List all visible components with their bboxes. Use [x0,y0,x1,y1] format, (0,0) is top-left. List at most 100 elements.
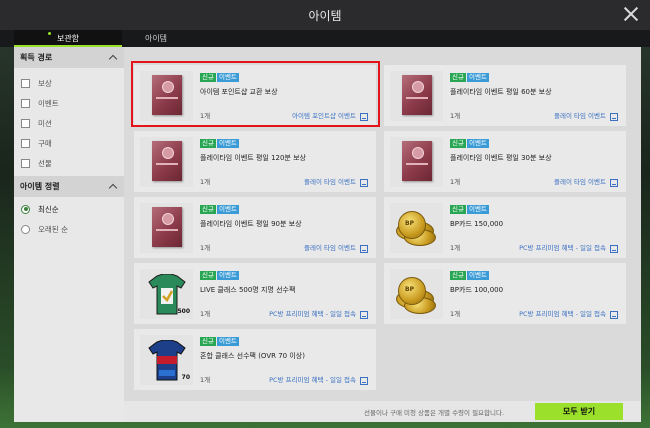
item-quantity: 1개 [450,310,461,318]
radio-button[interactable] [21,224,30,234]
tab-items-label: 아이템 [144,34,168,43]
acquire-header-label: 획득 경로 [20,53,53,62]
receive-all-button[interactable]: 모두 받기 [535,403,623,420]
sort-header[interactable]: 아이템 정렬 [14,176,124,197]
receive-icon[interactable] [610,113,618,121]
item-thumbnail: BP [390,203,443,253]
sort-header-label: 아이템 정렬 [20,182,60,191]
new-badge: 신규 [450,271,466,280]
item-thumbnail [140,203,193,253]
receive-icon[interactable] [360,245,368,253]
filter-label: 미션 [38,118,52,128]
event-badge: 이벤트 [466,205,489,214]
filter-purchase[interactable]: 구매 [14,133,124,153]
checkbox[interactable] [21,98,30,108]
receive-icon[interactable] [360,179,368,187]
item-card[interactable]: BP 신규 이벤트 BP카드 100,000 1개 PC방 프리미엄 혜택 - 일… [384,263,626,324]
checkbox[interactable] [21,118,30,128]
tab-storage-label: 보관함 [56,34,80,43]
new-badge: 신규 [450,73,466,82]
item-thumbnail: BP [390,269,443,319]
window-title: 아이템 [308,8,342,23]
item-title: 혼합 클래스 선수팩 (OVR 70 이상) [200,352,305,360]
item-quantity: 1개 [200,178,211,186]
item-title: 플레이타임 이벤트 평일 90분 보상 [200,220,302,228]
filter-mission[interactable]: 미션 [14,113,124,133]
item-card[interactable]: 신규 이벤트 플레이타임 이벤트 평일 30분 보상 1개 플레이 타임 이벤트 [384,131,626,192]
item-card[interactable]: 70 신규 이벤트 혼합 클래스 선수팩 (OVR 70 이상) 1개 PC방 프… [134,329,376,390]
pack-number: 500 [177,308,190,315]
event-badge: 이벤트 [466,73,489,82]
item-title: LIVE 클래스 500명 지명 선수팩 [200,286,296,294]
filter-label: 구매 [38,138,52,148]
footer-bar: 선물이나 구매 미청 상품은 개별 수령이 필요합니다. 모두 받기 [124,401,641,422]
event-badge: 이벤트 [216,139,239,148]
event-badge: 이벤트 [216,205,239,214]
item-thumbnail: 500 [140,269,193,319]
receive-icon[interactable] [610,311,618,319]
sort-label: 오래된 순 [38,224,68,234]
receive-icon[interactable] [610,179,618,187]
item-title: 플레이타임 이벤트 평일 30분 보상 [450,154,552,162]
title-bar: 아이템 [0,0,650,30]
chevron-up-icon[interactable] [108,54,118,64]
event-badge: 이벤트 [466,139,489,148]
coin-label: BP [405,286,414,293]
checkbox[interactable] [21,78,30,88]
item-card[interactable]: 신규 이벤트 플레이타임 이벤트 평일 90분 보상 1개 플레이 타임 이벤트 [134,197,376,258]
item-title: BP카드 150,000 [450,220,504,228]
tab-storage[interactable]: 보관함 [14,30,122,47]
item-quantity: 1개 [200,244,211,252]
item-thumbnail: 70 [140,335,193,385]
item-window: 아이템 보관함 아이템 획득 경로 보상 이벤트 미션 구매 선물 아이템 정렬 [0,0,650,428]
filter-reward[interactable]: 보상 [14,73,124,93]
filter-sidebar: 획득 경로 보상 이벤트 미션 구매 선물 아이템 정렬 최신순 오래된 순 [14,47,124,422]
item-source: PC방 프리미엄 혜택 - 일일 접속 [269,310,356,318]
new-badge: 신규 [200,337,216,346]
acquire-header[interactable]: 획득 경로 [14,47,124,68]
sort-label: 최신순 [38,204,59,214]
sort-newest[interactable]: 최신순 [14,199,124,219]
receive-icon[interactable] [610,245,618,253]
new-badge: 신규 [450,205,466,214]
new-badge: 신규 [200,205,216,214]
event-badge: 이벤트 [466,271,489,280]
filter-label: 이벤트 [38,98,59,108]
event-badge: 이벤트 [216,337,239,346]
item-thumbnail [140,137,193,187]
item-source: PC방 프리미엄 혜택 - 일일 접속 [269,376,356,384]
item-card[interactable]: BP 신규 이벤트 BP카드 150,000 1개 PC방 프리미엄 혜택 - 일… [384,197,626,258]
item-card[interactable]: 500 신규 이벤트 LIVE 클래스 500명 지명 선수팩 1개 PC방 프리… [134,263,376,324]
gift-box-icon [152,141,182,181]
tab-indicator-dot [48,32,51,35]
new-badge: 신규 [200,271,216,280]
gift-box-icon [402,75,432,115]
filter-gift[interactable]: 선물 [14,153,124,173]
new-badge: 신규 [200,139,216,148]
item-card[interactable]: 신규 이벤트 플레이타임 이벤트 평일 120분 보상 1개 플레이 타임 이벤트 [134,131,376,192]
receive-icon[interactable] [360,311,368,319]
filter-event[interactable]: 이벤트 [14,93,124,113]
item-quantity: 1개 [200,310,211,318]
checkbox[interactable] [21,138,30,148]
chevron-up-icon[interactable] [108,183,118,193]
pack-number: 70 [181,374,190,381]
item-thumbnail [390,71,443,121]
tab-bar: 보관함 아이템 [0,30,650,47]
checkbox[interactable] [21,158,30,168]
gift-box-icon [152,207,182,247]
filter-label: 선물 [38,158,52,168]
item-card[interactable]: 신규 이벤트 플레이타임 이벤트 평일 60분 보상 1개 플레이 타임 이벤트 [384,65,626,126]
sort-oldest[interactable]: 오래된 순 [14,219,124,239]
close-icon[interactable] [624,7,638,21]
filter-label: 보상 [38,78,52,88]
item-title: BP카드 100,000 [450,286,504,294]
receive-icon[interactable] [360,377,368,385]
item-source: 플레이 타임 이벤트 [554,178,606,186]
item-quantity: 1개 [450,178,461,186]
item-quantity: 1개 [450,244,461,252]
radio-button[interactable] [21,204,30,214]
highlight-box [131,61,380,127]
coin-label: BP [405,220,414,227]
tab-items[interactable]: 아이템 [122,30,190,47]
